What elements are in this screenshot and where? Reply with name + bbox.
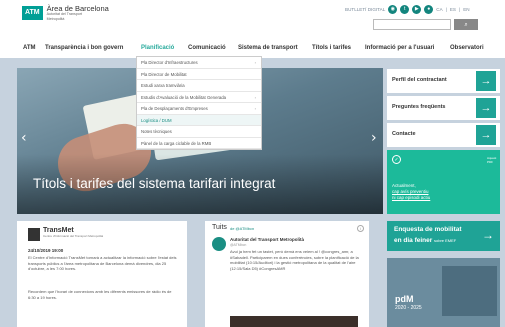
info-icon[interactable]: i — [357, 225, 364, 232]
site-logo[interactable]: ATM Àrea de Barcelona Autoritat del Tran… — [22, 3, 109, 23]
dropdown-item-label: Notes tècniques — [141, 129, 172, 134]
digital-bulletin-link[interactable]: BUTLLETÍ DIGITAL — [345, 7, 385, 12]
dropdown-item-label: Logística / DUM — [141, 117, 172, 123]
tweets-panel: Tuits de @ATMbcn i Autoritat del Transpo… — [205, 221, 369, 327]
atm-logo-badge: ATM — [22, 6, 43, 20]
nav-item-planificacio[interactable]: Planificació — [141, 45, 174, 51]
arrow-right-icon: → — [482, 228, 494, 242]
air-quality-text: Actualment, cap avís preventiu ni cap ep… — [392, 183, 430, 201]
dropdown-item-label: Estudi xarxa tramviària — [141, 83, 185, 88]
site-header: ATM Àrea de Barcelona Autoritat del Tran… — [0, 0, 505, 40]
lang-separator: | — [458, 6, 461, 12]
tweet-author-name[interactable]: Autoritat del Transport Metropolità — [230, 237, 304, 242]
youtube-icon[interactable]: ▶ — [412, 4, 422, 14]
tweet-image[interactable] — [230, 316, 358, 327]
lang-es-link[interactable]: ES — [450, 7, 456, 12]
twitter-icon[interactable]: t — [400, 4, 410, 14]
dropdown-item-pla-desplacaments[interactable]: Pla de Desplaçaments d'Empreses › — [137, 103, 261, 115]
dropdown-item-panel-ciclable[interactable]: Pànel de la carga ciclable de la RMB — [137, 138, 261, 149]
side-link-label: Contacte — [392, 131, 416, 137]
lang-en-link[interactable]: EN — [463, 7, 469, 12]
dropdown-item-estudi-xarxa-tramviaria[interactable]: Estudi xarxa tramviària — [137, 80, 261, 92]
nav-item-comunicacio[interactable]: Comunicació — [188, 45, 226, 51]
dropdown-item-notes-tecniques[interactable]: Notes tècniques — [137, 126, 261, 138]
top-utility-bar: BUTLLETÍ DIGITAL ◉ t ▶ ● CA | ES | EN — [345, 4, 470, 14]
tweet-author-handle[interactable]: @ATMbcn — [230, 243, 246, 247]
mobility-survey-banner[interactable]: Enquesta de mobilitat en dia feiner sobr… — [387, 221, 500, 251]
pdm-banner[interactable]: pdM 2020 - 2025 — [387, 258, 500, 327]
lang-ca-link[interactable]: CA — [436, 7, 442, 12]
nav-item-transparencia[interactable]: Transparència i bon govern — [45, 45, 123, 51]
main-nav: ATM Transparència i bon govern Planifica… — [0, 40, 505, 57]
logo-title: Àrea de Barcelona — [46, 3, 109, 13]
check-circle-icon: ✓ — [392, 155, 401, 164]
transmet-subtitle: Centre d'Informació del Transport Metrop… — [43, 234, 104, 238]
arrow-right-icon: → — [476, 125, 496, 145]
search-icon: ⌕ — [464, 20, 468, 28]
survey-subtitle: sobre EMEF — [434, 238, 457, 243]
dropdown-item-estudis-avaluacio[interactable]: Estudis d'Avaluació de la Mobilitat Gene… — [137, 92, 261, 103]
air-quality-link-2[interactable]: ni cap episodi actiu — [392, 195, 430, 201]
dropdown-item-label: Pla Director d'Infraestructures — [141, 60, 198, 65]
dropdown-item-label: Estudis d'Avaluació de la Mobilitat Gene… — [141, 94, 227, 100]
logo-subtitle-2: Metropolità — [46, 16, 65, 21]
transmet-date: 24/10/2019 19:00 — [28, 248, 64, 253]
pdm-title: pdM — [395, 294, 414, 304]
pdm-building-image — [442, 266, 497, 316]
transmet-body: El Centre d'Informació TransMet tornarà … — [28, 255, 177, 272]
tweets-handle-link[interactable]: de @ATMbcn — [230, 226, 254, 231]
transmet-logo — [28, 228, 40, 241]
nav-item-titols-tarifes[interactable]: Títols i tarifes — [312, 45, 351, 51]
chevron-right-icon: › — [254, 106, 256, 111]
air-quality-note: Aquest PDF — [487, 156, 497, 164]
pdm-years: 2020 - 2025 — [395, 305, 422, 311]
hero-title[interactable]: Títols i tarifes del sistema tarifari in… — [33, 176, 275, 191]
hero-prev-arrow-icon[interactable]: ‹ — [21, 130, 27, 146]
arrow-right-icon: → — [476, 98, 496, 118]
search-input[interactable] — [373, 19, 451, 30]
transmet-body-2: Recordem que l'horari de connexions amb … — [28, 289, 172, 300]
side-link-label: Perfil del contractant — [392, 77, 447, 83]
avatar[interactable] — [212, 237, 226, 251]
dropdown-item-pla-director-mobilitat[interactable]: Pla Director de Mobilitat — [137, 69, 261, 80]
tweets-title: Tuits — [212, 224, 227, 231]
tweet-text: Avui ja hem fet un tastet, però demà ens… — [230, 249, 359, 272]
nav-item-atm[interactable]: ATM — [23, 45, 36, 51]
lang-separator: | — [445, 6, 447, 12]
side-link-label: Preguntes freqüents — [392, 104, 446, 110]
arrow-right-icon: → — [476, 71, 496, 91]
dropdown-item-label: Pla Director de Mobilitat — [141, 71, 187, 77]
flickr-icon[interactable]: ● — [424, 4, 434, 14]
planificacio-dropdown-menu: Pla Director d'Infraestructures › Pla Dir… — [136, 56, 262, 150]
dropdown-item-pla-director-infraestructures[interactable]: Pla Director d'Infraestructures › — [137, 57, 261, 69]
nav-item-sistema-transport[interactable]: Sistema de transport — [238, 45, 298, 51]
survey-title-line-2: en dia feiner — [394, 237, 433, 244]
logo-text-block: Àrea de Barcelona Autoritat del Transpor… — [47, 5, 109, 22]
nav-item-observatori[interactable]: Observatori — [450, 45, 484, 51]
side-link-preguntes-frequents[interactable]: Preguntes freqüents → — [387, 96, 500, 120]
chevron-right-icon: › — [254, 60, 256, 65]
transmet-panel: TransMet Centre d'Informació del Transpo… — [17, 221, 187, 327]
dropdown-item-label: Pànel de la carga ciclable de la RMB — [141, 140, 212, 146]
dropdown-item-label: Pla de Desplaçaments d'Empreses — [141, 106, 208, 111]
survey-title-line-1: Enquesta de mobilitat — [394, 226, 462, 233]
side-link-contacte[interactable]: Contacte → — [387, 123, 500, 147]
nav-item-informacio-usuari[interactable]: Informació per a l'usuari — [365, 45, 434, 51]
dropdown-item-logistica-dum[interactable]: Logística / DUM — [137, 114, 261, 126]
side-link-perfil-contractant[interactable]: Perfil del contractant → — [387, 69, 500, 93]
transmet-name: TransMet — [43, 227, 74, 234]
search-button[interactable]: ⌕ — [454, 19, 478, 30]
rss-icon[interactable]: ◉ — [388, 4, 398, 14]
air-quality-box[interactable]: ✓ Aquest PDF Actualment, cap avís preven… — [387, 150, 500, 214]
chevron-right-icon: › — [254, 94, 256, 100]
hero-next-arrow-icon[interactable]: › — [371, 130, 377, 146]
